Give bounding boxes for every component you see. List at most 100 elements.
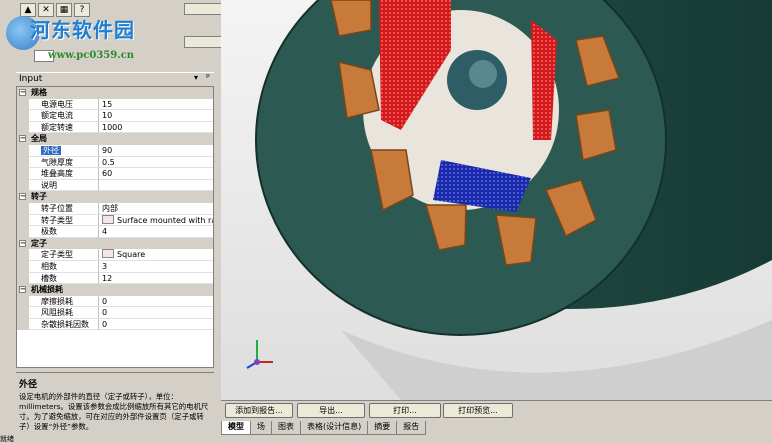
property-value[interactable]: 60: [99, 168, 213, 180]
row-gutter: [17, 318, 29, 331]
grid-property-row[interactable]: 极数 4: [17, 226, 213, 238]
print-button[interactable]: 打印...: [369, 403, 441, 418]
add-to-report-button[interactable]: 添加到报告...: [225, 403, 293, 418]
grid-category[interactable]: − 机械损耗: [17, 284, 213, 296]
grid-category[interactable]: − 定子: [17, 237, 213, 250]
grid-property-row[interactable]: 气隙厚度 0.5: [17, 156, 213, 169]
grid-category[interactable]: − 转子: [17, 191, 213, 203]
watermark-url: www.pc0359.cn: [48, 50, 135, 61]
property-name: 额定电流: [29, 110, 99, 122]
property-name: 说明: [29, 179, 99, 192]
floor-shadow: [341, 320, 772, 400]
tab-1[interactable]: 场: [250, 421, 272, 435]
panel-title: Input: [19, 74, 43, 84]
property-value[interactable]: [99, 180, 213, 192]
grid-property-row[interactable]: 摩擦损耗 0: [17, 295, 213, 308]
row-gutter: [17, 295, 29, 308]
row-gutter: [17, 179, 29, 192]
bottom-bar: 添加到报告... 导出... 打印... 打印预览... 模型场图表 表格(设计信…: [221, 400, 772, 437]
grid-property-row[interactable]: 槽数 12: [17, 272, 213, 285]
status-bar: 就绪: [0, 436, 772, 443]
property-name: 转子位置: [29, 202, 99, 215]
grid-category[interactable]: − 规格: [17, 87, 213, 99]
row-gutter: [17, 260, 29, 273]
grid-property-row[interactable]: 风阻损耗 0: [17, 307, 213, 319]
export-button[interactable]: 导出...: [297, 403, 365, 418]
row-gutter: [17, 121, 29, 134]
property-name: 极数: [29, 226, 99, 238]
property-value[interactable]: 3: [99, 261, 213, 273]
tab-2[interactable]: 图表: [271, 421, 301, 435]
view-tabs: 模型场图表 表格(设计信息) 摘要 报告: [221, 421, 427, 435]
property-value[interactable]: 内部: [99, 203, 213, 215]
property-name: 堆叠高度: [29, 168, 99, 180]
collapse-icon[interactable]: −: [19, 239, 26, 247]
category-label: 规格: [31, 88, 47, 97]
grid-property-row[interactable]: 堆叠高度 60: [17, 168, 213, 180]
category-label: 定子: [31, 238, 47, 248]
property-name: 相数: [29, 260, 99, 273]
type-preview-icon: [102, 249, 114, 259]
dropdown-icon[interactable]: ▾: [194, 73, 198, 82]
print-preview-button[interactable]: 打印预览...: [443, 403, 513, 418]
left-panel: ▲ ✕ ▦ ? 河东软件园 www.pc0359.cn Input ▾ ᵖ − 规…: [0, 0, 228, 443]
tab-4[interactable]: 摘要: [367, 421, 398, 435]
property-name: 转子类型: [29, 214, 99, 227]
property-value[interactable]: 4: [99, 226, 213, 238]
collapse-icon[interactable]: −: [19, 135, 26, 143]
description-body: 设定电机的外部件的直径（定子或转子），单位：millimeters。设置该参数会…: [19, 392, 209, 431]
property-value[interactable]: Surface mounted with ra...: [99, 214, 213, 227]
grid-category[interactable]: − 全局: [17, 133, 213, 145]
grid-property-row[interactable]: 转子位置 内部: [17, 202, 213, 215]
row-gutter: [17, 144, 29, 157]
row-gutter: [17, 156, 29, 169]
property-value[interactable]: 15: [99, 99, 213, 111]
model-viewport[interactable]: [221, 0, 772, 400]
row-gutter: [17, 98, 29, 111]
grid-property-row[interactable]: 定子类型 Square: [17, 249, 213, 261]
property-grid: − 规格 电源电压 15 额定电流 10 额定转速 1000− 全局 外径 90 气隙厚度 0.5 堆叠高…: [16, 86, 214, 368]
grid-property-row[interactable]: 杂散损耗因数 0: [17, 318, 213, 331]
collapse-icon[interactable]: −: [19, 89, 26, 96]
row-gutter: [17, 226, 29, 238]
description-heading: 外径: [19, 380, 38, 390]
grid-property-row[interactable]: 电源电压 15: [17, 98, 213, 111]
property-name: 电源电压: [29, 98, 99, 111]
grid-property-row[interactable]: 外径 90: [17, 144, 213, 157]
row-gutter: [17, 272, 29, 285]
property-value[interactable]: Square: [99, 249, 213, 261]
property-name: 摩擦损耗: [29, 295, 99, 308]
property-name: 槽数: [29, 272, 99, 285]
property-value[interactable]: 0: [99, 319, 213, 331]
motor-3d-model: [246, 0, 772, 400]
property-value[interactable]: 0: [99, 307, 213, 319]
collapse-icon[interactable]: −: [19, 286, 26, 294]
category-label: 转子: [31, 192, 47, 202]
shaft: [469, 60, 497, 88]
property-value[interactable]: 0.5: [99, 157, 213, 169]
grid-property-row[interactable]: 转子类型Surface mounted with ra...: [17, 214, 213, 227]
collapse-icon[interactable]: −: [19, 193, 26, 201]
property-value[interactable]: 12: [99, 273, 213, 285]
pin-icon[interactable]: ᵖ: [206, 73, 210, 83]
tab-5[interactable]: 报告: [396, 421, 427, 435]
property-value[interactable]: 90: [99, 145, 213, 157]
property-value[interactable]: 0: [99, 296, 213, 308]
property-value[interactable]: 1000: [99, 122, 213, 134]
type-preview-icon: [102, 214, 114, 224]
tab-3[interactable]: 表格(设计信息): [300, 421, 369, 435]
row-gutter: [17, 202, 29, 215]
row-gutter: [17, 214, 29, 227]
grid-property-row[interactable]: 说明: [17, 179, 213, 192]
row-gutter: [17, 110, 29, 122]
row-gutter: [17, 307, 29, 319]
property-value[interactable]: 10: [99, 110, 213, 122]
description-panel: 外径 设定电机的外部件的直径（定子或转子），单位：millimeters。设置该…: [16, 372, 214, 435]
grid-property-row[interactable]: 额定转速 1000: [17, 121, 213, 134]
grid-property-row[interactable]: 相数 3: [17, 260, 213, 273]
grid-property-row[interactable]: 额定电流 10: [17, 110, 213, 122]
tab-0[interactable]: 模型: [221, 421, 251, 435]
watermark-brand: 河东软件园: [30, 18, 135, 42]
property-name: 额定转速: [29, 121, 99, 134]
property-name: 气隙厚度: [29, 156, 99, 169]
